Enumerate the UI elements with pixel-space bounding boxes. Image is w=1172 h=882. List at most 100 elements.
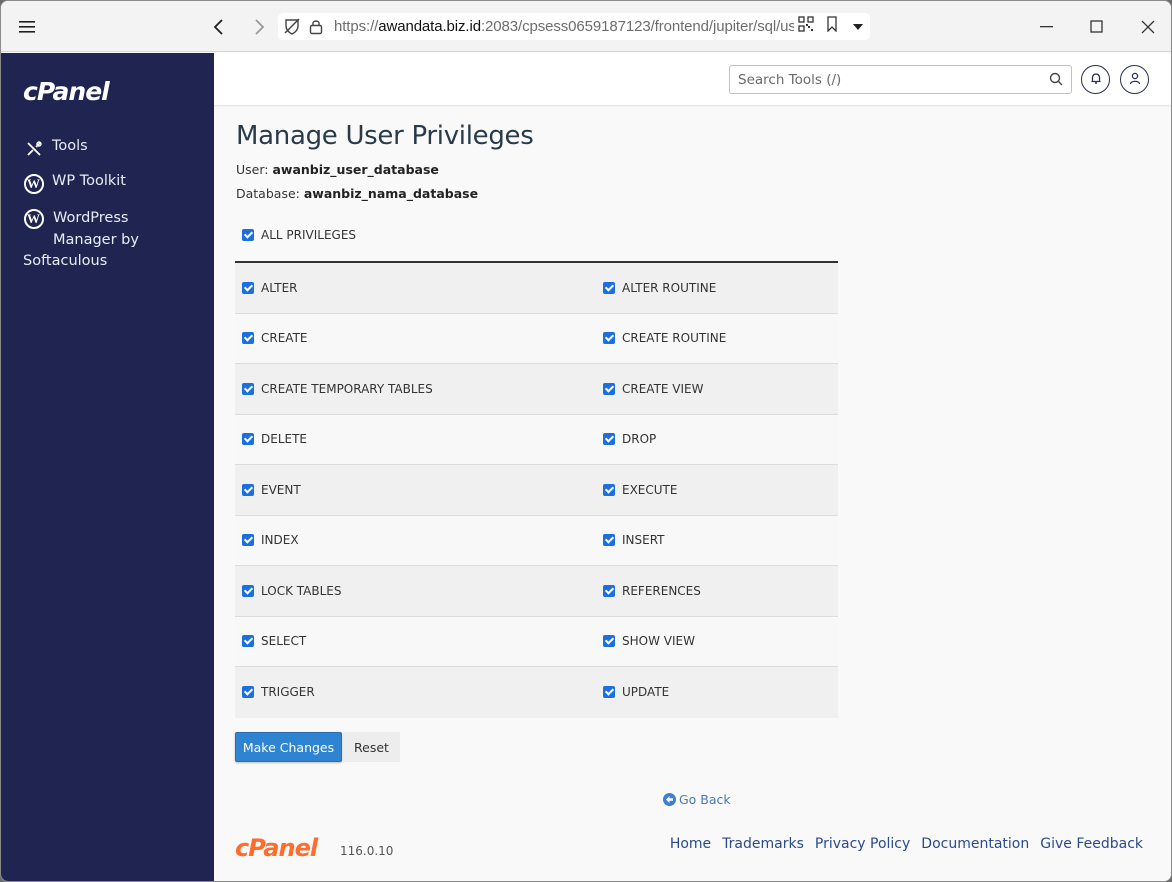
browser-toolbar: https://awandata.biz.id:2083/cpsess06591… (1, 1, 1171, 52)
privilege-row: EVENT EXECUTE (235, 465, 838, 516)
footer-link-privacy-policy[interactable]: Privacy Policy (815, 836, 910, 852)
privilege-checkbox[interactable]: LOCK TABLES (242, 584, 603, 598)
privilege-row: SELECT SHOW VIEW (235, 616, 838, 667)
checkbox-checked[interactable] (603, 332, 615, 345)
tracking-shield-icon[interactable] (282, 17, 302, 37)
privilege-checkbox[interactable]: ALTER (242, 281, 603, 295)
privilege-checkbox[interactable]: DROP (603, 432, 656, 446)
dropdown-icon[interactable] (852, 18, 864, 35)
back-icon[interactable] (206, 14, 232, 40)
lock-icon[interactable] (306, 17, 326, 37)
privilege-checkbox[interactable]: CREATE (242, 331, 603, 345)
bookmark-icon[interactable] (826, 16, 838, 36)
database-info: Database: awanbiz_nama_database (236, 186, 478, 201)
privilege-checkbox[interactable]: SELECT (242, 634, 603, 648)
checkbox-label: SELECT (261, 634, 307, 649)
sidebar-item-wp-toolkit[interactable]: W WP Toolkit (23, 173, 126, 194)
checkbox-label: ALL PRIVILEGES (261, 228, 357, 242)
checkbox-label: CREATE TEMPORARY TABLES (261, 381, 433, 396)
user-info: User: awanbiz_user_database (236, 162, 439, 177)
sidebar: cPanel Tools W WP Toolkit W WordPress Ma… (1, 53, 214, 881)
checkbox-checked[interactable] (242, 332, 254, 345)
privilege-checkbox[interactable]: SHOW VIEW (603, 634, 695, 648)
sidebar-item-label-line1: WordPress (53, 210, 129, 226)
privilege-checkbox[interactable]: REFERENCES (603, 584, 701, 598)
privilege-checkbox[interactable]: ALTER ROUTINE (603, 281, 716, 295)
maximize-icon[interactable] (1084, 14, 1110, 40)
privilege-checkbox[interactable]: UPDATE (603, 685, 669, 699)
checkbox-checked[interactable] (603, 584, 615, 597)
checkbox-checked[interactable] (242, 382, 254, 395)
sidebar-item-wordpress-manager[interactable]: W WordPress Manager by Softaculous (23, 208, 203, 273)
user-icon (1129, 70, 1141, 89)
forward-icon[interactable] (246, 14, 272, 40)
privilege-checkbox[interactable]: TRIGGER (242, 685, 603, 699)
privilege-checkbox[interactable]: DELETE (242, 432, 603, 446)
address-bar[interactable]: https://awandata.biz.id:2083/cpsess06591… (278, 13, 870, 40)
url-path: :2083/cpsess0659187123/frontend/jupiter/… (480, 18, 794, 35)
checkbox-checked[interactable] (242, 686, 254, 699)
privilege-checkbox[interactable]: CREATE VIEW (603, 382, 704, 396)
checkbox-checked[interactable] (242, 584, 254, 597)
footer-link-give-feedback[interactable]: Give Feedback (1040, 836, 1143, 852)
privilege-row: ALTER ALTER ROUTINE (235, 263, 838, 314)
privilege-row: LOCK TABLES REFERENCES (235, 566, 838, 617)
make-changes-button[interactable]: Make Changes (235, 732, 342, 762)
privilege-checkbox[interactable]: EXECUTE (603, 483, 677, 497)
checkbox-label: UPDATE (622, 685, 670, 700)
cpanel-logo[interactable]: cPanel (23, 77, 110, 106)
footer-link-trademarks[interactable]: Trademarks (722, 836, 804, 852)
go-back-label: Go Back (679, 792, 731, 807)
checkbox-checked[interactable] (603, 534, 615, 547)
footer-link-documentation[interactable]: Documentation (921, 836, 1029, 852)
sidebar-item-label-line3: Softaculous (23, 253, 108, 269)
checkbox-label: TRIGGER (261, 685, 315, 700)
sidebar-item-tools[interactable]: Tools (23, 138, 88, 159)
checkbox-checked[interactable] (603, 433, 615, 446)
checkbox-label: INSERT (622, 533, 665, 548)
privilege-checkbox[interactable]: INDEX (242, 533, 603, 547)
checkbox-checked[interactable] (242, 635, 254, 648)
menu-icon[interactable] (15, 14, 41, 40)
privilege-checkbox[interactable]: EVENT (242, 483, 603, 497)
checkbox-checked[interactable] (242, 229, 254, 241)
sidebar-item-label: Tools (52, 138, 88, 154)
minimize-icon[interactable] (1034, 14, 1060, 40)
privilege-checkbox[interactable]: CREATE TEMPORARY TABLES (242, 382, 603, 396)
checkbox-checked[interactable] (603, 686, 615, 699)
checkbox-checked[interactable] (603, 382, 615, 395)
go-back-link[interactable]: Go Back (663, 792, 731, 807)
privilege-row: CREATE CREATE ROUTINE (235, 313, 838, 364)
privilege-checkbox[interactable]: INSERT (603, 533, 665, 547)
all-privileges-checkbox[interactable]: ALL PRIVILEGES (242, 228, 356, 242)
wordpress-icon: W (23, 173, 44, 194)
search-placeholder: Search Tools (/) (738, 72, 842, 88)
checkbox-checked[interactable] (242, 433, 254, 446)
checkbox-label: DROP (622, 432, 657, 447)
checkbox-checked[interactable] (242, 281, 254, 294)
qr-code-icon[interactable] (798, 16, 814, 36)
wordpress-icon: W (23, 208, 44, 229)
url-text[interactable]: https://awandata.biz.id:2083/cpsess06591… (334, 18, 794, 35)
privilege-checkbox[interactable]: CREATE ROUTINE (603, 331, 726, 345)
checkbox-checked[interactable] (603, 635, 615, 648)
checkbox-checked[interactable] (242, 534, 254, 547)
checkbox-checked[interactable] (603, 281, 615, 294)
sidebar-item-label-line2: Manager by (53, 231, 139, 248)
privilege-row: DELETE DROP (235, 414, 838, 465)
search-input[interactable]: Search Tools (/) (729, 65, 1072, 94)
checkbox-label: SHOW VIEW (622, 634, 695, 649)
checkbox-label: DELETE (261, 432, 308, 447)
reset-button[interactable]: Reset (343, 732, 400, 762)
search-icon[interactable] (1049, 72, 1063, 90)
checkbox-label: ALTER (261, 280, 298, 295)
close-icon[interactable] (1135, 14, 1161, 40)
user-menu-button[interactable] (1120, 65, 1149, 94)
checkbox-label: INDEX (261, 533, 299, 548)
checkbox-checked[interactable] (603, 483, 615, 496)
notifications-button[interactable] (1081, 65, 1110, 94)
checkbox-label: LOCK TABLES (261, 583, 342, 598)
footer-link-home[interactable]: Home (670, 836, 711, 852)
checkbox-checked[interactable] (242, 483, 254, 496)
footer-cpanel-logo: cPanel (235, 834, 318, 862)
